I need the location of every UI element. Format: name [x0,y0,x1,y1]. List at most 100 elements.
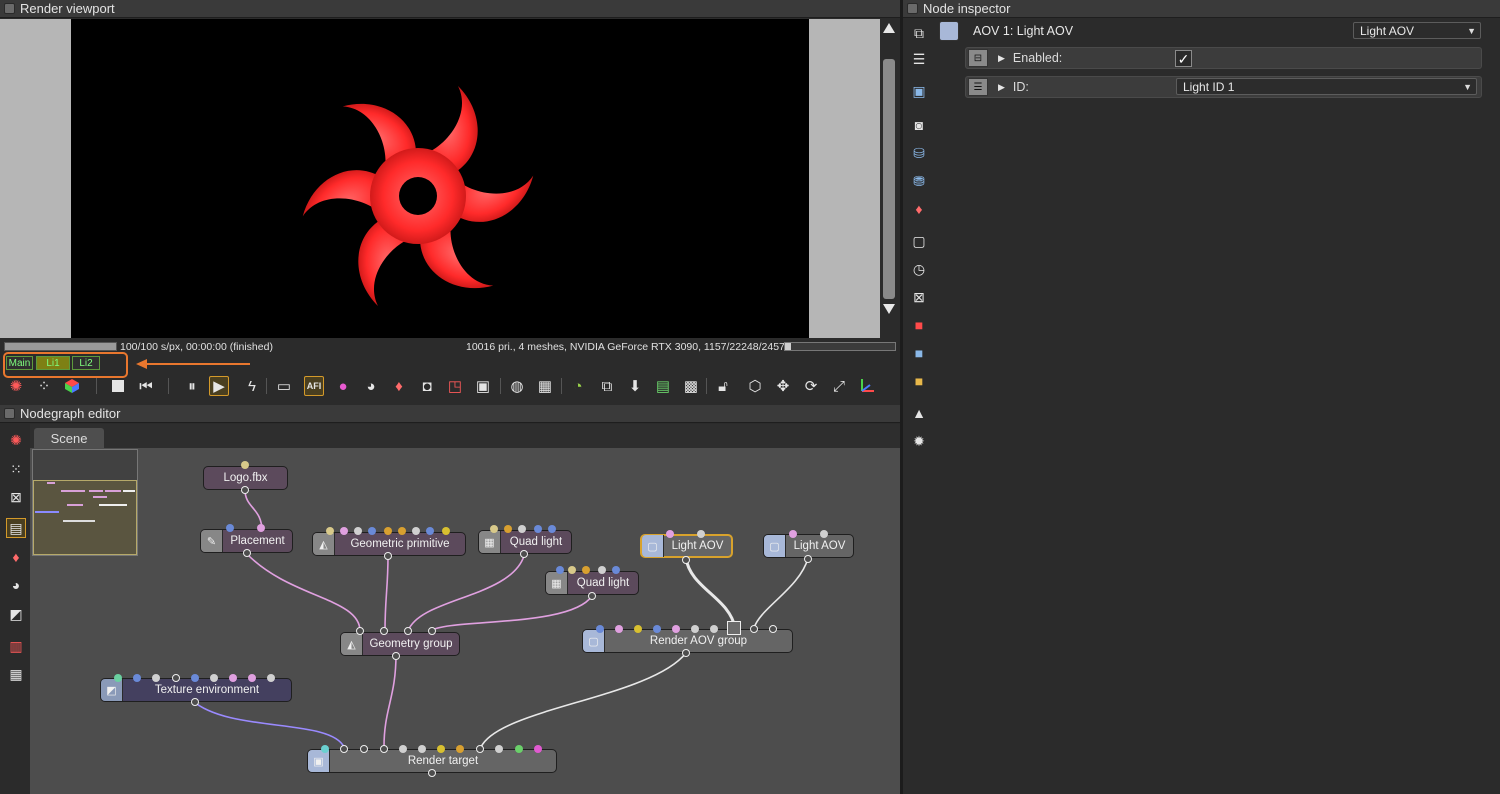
texture-icon[interactable]: ◩ [6,604,26,624]
render-target-icon[interactable]: ✺ [6,430,26,450]
restart-icon[interactable]: ⏮ [136,376,156,396]
memory-usage-bar [784,342,896,351]
image-icon[interactable]: ▣ [909,81,929,101]
focus-picker-icon[interactable]: ◳ [445,376,465,396]
transform-icon[interactable]: ⊠ [909,287,929,307]
lightning-icon[interactable]: ϟ [242,376,262,396]
pause-icon[interactable]: ⏸ [182,376,202,396]
shapes-icon[interactable]: ♦ [909,199,929,219]
stop-icon[interactable] [108,376,128,396]
scene-icon[interactable]: ▤ [6,518,26,538]
render-canvas[interactable] [71,19,809,338]
object-picker-icon[interactable]: ♦ [389,376,409,396]
material-picker-icon[interactable]: ◕ [361,376,381,396]
viewport-scrollbar[interactable] [880,19,898,319]
aov-tab-main[interactable]: Main [6,356,33,370]
octane-logo-render [302,86,534,306]
white-balance-icon[interactable]: ▣ [473,376,493,396]
yellow-cube-icon[interactable]: ■ [909,371,929,391]
node-inspector-label: Node inspector [923,1,1011,16]
table-icon[interactable]: ▦ [6,664,26,684]
id-row: ☰ ▶ ID: Light ID 1 ▼ [965,76,1482,98]
nodegraph-editor-title: Nodegraph editor [0,405,900,423]
nodegraph-canvas[interactable] [30,448,900,794]
camera-picker-icon[interactable]: ◘ [417,376,437,396]
quad-light-icon: ▦ [546,572,568,594]
render-viewport-title: Render viewport [0,0,900,18]
nodegraph-sidebar: ✺ ⁙ ⊠ ▤ ♦ ◕ ◩ ▥ ▦ [0,424,30,794]
frame-icon[interactable]: ▢ [909,231,929,251]
panel-square-icon[interactable] [4,3,15,14]
copy-icon[interactable]: ⧉ [597,376,617,396]
enabled-checkbox[interactable]: ✓ [1175,50,1192,67]
aov-tab-li2[interactable]: Li2 [72,356,100,370]
color-cube-icon[interactable] [62,376,82,396]
layers-icon[interactable]: ⧉ [909,23,929,43]
grid-icon[interactable]: ▥ [6,636,26,656]
database-add-icon[interactable]: ⛃ [909,171,929,191]
tab-scene[interactable]: Scene [34,428,104,448]
quad-light-icon: ▦ [479,531,501,553]
cube-view-icon[interactable]: ⬡ [745,376,765,396]
blue-cube-icon[interactable]: ■ [909,343,929,363]
recenter-icon[interactable]: ✺ [6,376,26,396]
sun-icon[interactable]: ✹ [909,431,929,451]
viewport-resolution-icon[interactable]: ▦ [535,376,555,396]
display-icon[interactable]: ▭ [274,376,294,396]
light-aov-icon: ▢ [642,535,664,557]
expand-icon[interactable]: ▶ [998,53,1005,64]
rotate-icon[interactable]: ⟳ [801,376,821,396]
node-geometry-group[interactable]: ◭ Geometry group [340,632,460,656]
nodegraph-minimap[interactable] [32,449,138,556]
background-icon[interactable]: ▩ [681,376,701,396]
scroll-down-icon[interactable] [883,304,895,314]
render-status-left: 100/100 s/px, 00:00:00 (finished) [120,341,273,353]
world-icon[interactable]: ◍ [507,376,527,396]
move-icon[interactable]: ✥ [773,376,793,396]
save-icon[interactable]: ⬇ [625,376,645,396]
aov-type-dropdown[interactable]: Light AOV ▼ [1353,22,1481,39]
play-icon[interactable]: ▶ [209,376,229,396]
color-wheel-icon[interactable]: ● [333,376,353,396]
camera-icon[interactable]: ◙ [909,115,929,135]
expand-icon[interactable]: ▶ [998,82,1005,93]
afi-icon[interactable]: AFI [304,376,324,396]
light-id-dropdown[interactable]: Light ID 1 ▼ [1176,78,1477,95]
red-cube-icon[interactable]: ■ [909,315,929,335]
placement-icon: ✎ [201,530,223,552]
region-icon[interactable]: ⁘ [34,376,54,396]
scroll-up-icon[interactable] [883,23,895,33]
clock-icon[interactable]: ◷ [909,259,929,279]
minimap-viewport[interactable] [33,480,137,555]
render-aov-group-icon: ▢ [583,630,605,652]
panel-square-icon[interactable] [907,3,918,14]
list-icon[interactable]: ☰ [909,49,929,69]
panel-square-icon[interactable] [4,408,15,419]
render-target-node-icon: ▣ [308,750,330,772]
node-graph-icon[interactable]: ⁙ [6,459,26,479]
light-aov-icon: ▢ [764,535,786,557]
export-icon[interactable]: ▤ [653,376,673,396]
render-viewport[interactable] [0,19,880,338]
aov-tab-li1[interactable]: Li1 [36,356,70,370]
axis-gizmo-icon[interactable] [857,376,877,396]
geometry-icon[interactable]: ♦ [6,547,26,567]
enabled-row: ⊟ ▶ Enabled: ✓ [965,47,1482,69]
scroll-thumb[interactable] [883,59,895,299]
database-icon[interactable]: ⛁ [909,143,929,163]
render-status-bar: 100/100 s/px, 00:00:00 (finished) 10016 … [0,339,900,355]
lock-icon[interactable]: 🔓︎ [713,376,733,396]
nodegraph-editor-label: Nodegraph editor [20,406,121,421]
node-light-aov-1[interactable]: ▢ Light AOV [640,534,733,558]
render-status-right: 10016 pri., 4 meshes, NVIDIA GeForce RTX… [466,341,810,353]
scale-icon[interactable]: ⤢ [829,376,849,396]
picture-icon[interactable]: ▲ [909,403,929,423]
render-progress-bar [4,342,117,351]
light-aov-node-icon [939,21,959,41]
material-icon[interactable]: ◕ [6,575,26,595]
viewport-toolbar: ✺ ⁘ ⏮ ⏸ ▶ ϟ ▭ AFI ● ◕ ♦ ◘ ◳ ▣ ◍ ▦ ◔ ⧉ ⬇ … [0,372,900,400]
node-tree-icon[interactable]: ⊠ [6,487,26,507]
aov-insert-icon[interactable] [727,621,741,635]
clay-mode-icon[interactable]: ◔ [568,376,588,396]
annotation-arrow-icon [136,359,250,369]
